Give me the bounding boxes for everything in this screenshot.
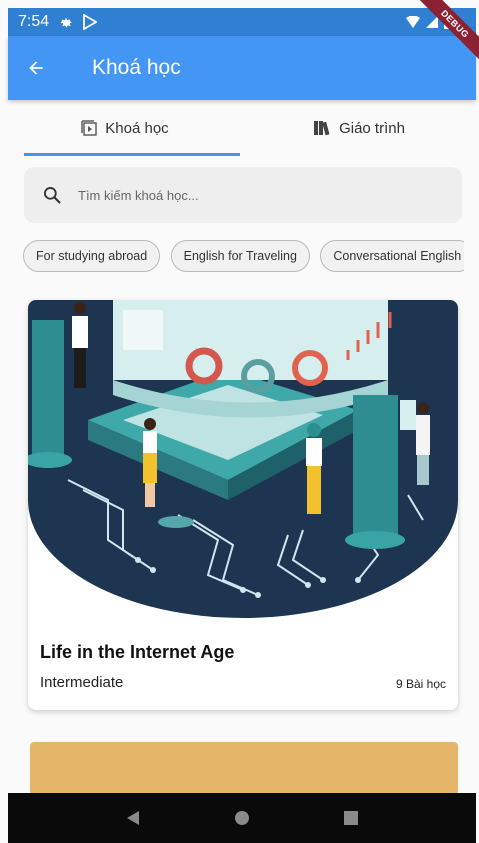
page-title: Khoá học [92, 56, 181, 79]
category-chips: For studying abroad English for Travelin… [23, 240, 464, 274]
wifi-icon [406, 16, 420, 28]
tab-textbooks-label: Giáo trình [339, 119, 405, 137]
course-title: Life in the Internet Age [40, 642, 235, 662]
play-store-icon [83, 14, 98, 30]
app-bar: Khoá học [8, 36, 476, 100]
course-lesson-count: 9 Bài học [395, 677, 446, 691]
tab-bar: Khoá học Giáo trình [8, 100, 476, 156]
search-box[interactable] [24, 167, 462, 223]
chip-conversational-english[interactable]: Conversational English [320, 240, 464, 272]
search-input[interactable] [78, 187, 408, 203]
circle-home-icon [234, 811, 249, 825]
books-icon [314, 121, 330, 136]
course-level: Intermediate [40, 674, 124, 691]
nav-recents-button[interactable] [336, 803, 366, 833]
play-box-icon [81, 120, 97, 136]
tab-textbooks[interactable]: Giáo trình [242, 100, 476, 156]
back-button[interactable] [8, 36, 64, 100]
status-time: 7:54 [18, 13, 50, 30]
course-illustration [28, 300, 458, 618]
triangle-back-icon [126, 811, 139, 825]
signal-icon [426, 16, 438, 28]
nav-back-button[interactable] [118, 803, 148, 833]
chip-studying-abroad[interactable]: For studying abroad [23, 240, 161, 272]
tab-courses-label: Khoá học [105, 119, 169, 137]
tab-courses[interactable]: Khoá học [8, 100, 242, 156]
arrow-back-icon [29, 61, 43, 75]
search-icon [44, 187, 61, 204]
status-bar: 7:54 DEBUG [8, 0, 479, 61]
nav-home-button[interactable] [227, 803, 257, 833]
system-nav-bar [8, 793, 476, 843]
gear-icon [60, 18, 72, 28]
square-recents-icon [344, 811, 359, 825]
course-card[interactable]: Life in the Internet Age Intermediate 9 … [28, 300, 458, 710]
chip-english-traveling[interactable]: English for Traveling [170, 240, 310, 272]
